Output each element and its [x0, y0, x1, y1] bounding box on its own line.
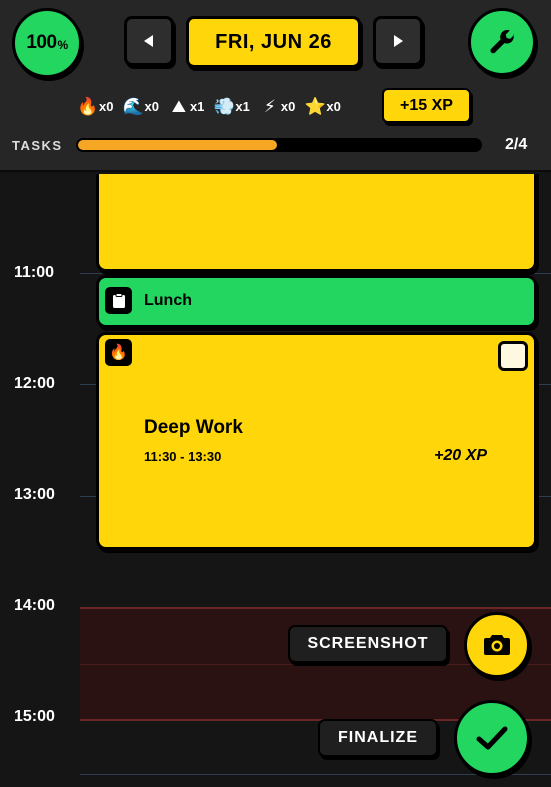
event-card-previous[interactable]	[96, 174, 537, 272]
tasks-label: TASKS	[12, 138, 63, 153]
lightning-icon: ⚡	[263, 96, 276, 116]
chevron-right-icon	[394, 35, 403, 47]
date-display[interactable]: FRI, JUN 26	[186, 16, 361, 68]
event-card-deep-work[interactable]: 🔥 Deep Work 11:30 - 13:30 +20 XP	[96, 332, 537, 550]
tasks-progress-fill	[76, 138, 279, 152]
stat-lightning: ⚡ x0	[260, 96, 295, 116]
complete-checkbox[interactable]	[498, 341, 528, 371]
xp-badge: +15 XP	[382, 88, 471, 123]
completion-value: 100	[26, 32, 57, 53]
stat-star: ⭐ x0	[304, 96, 341, 116]
finalize-label: FINALIZE	[338, 729, 418, 746]
wave-icon: 🌊	[122, 96, 145, 116]
settings-button[interactable]	[468, 8, 536, 76]
next-day-button[interactable]	[373, 16, 423, 66]
star-icon: ⭐	[304, 96, 326, 116]
stat-count: x0	[144, 98, 159, 114]
stat-count: x0	[326, 98, 341, 114]
hour-label-12: 12:00	[14, 375, 55, 392]
tasks-count: 2/4	[505, 136, 528, 153]
wind-icon: 💨	[213, 96, 235, 116]
completion-unit: %	[57, 38, 69, 52]
stat-count: x0	[99, 98, 114, 114]
wrench-icon	[490, 30, 515, 54]
tasks-progress-bar	[76, 138, 482, 152]
event-xp-reward: +20 XP	[434, 447, 487, 464]
event-card-lunch[interactable]: Lunch	[96, 275, 537, 328]
hour-label-11: 11:00	[14, 264, 55, 281]
camera-icon	[484, 635, 510, 655]
stat-count: x0	[280, 98, 296, 114]
chevron-left-icon	[144, 35, 153, 47]
fire-icon: 🔥	[77, 96, 99, 116]
confirm-button[interactable]	[454, 700, 530, 776]
camera-button[interactable]	[464, 612, 530, 678]
stat-wave: 🌊 x0	[122, 96, 159, 116]
stat-count: x1	[189, 98, 205, 114]
screenshot-label: SCREENSHOT	[307, 635, 429, 652]
fire-icon: 🔥	[105, 339, 132, 366]
hour-line	[80, 273, 551, 274]
stat-fire: 🔥 x0	[77, 96, 114, 116]
hour-label-13: 13:00	[14, 486, 55, 503]
top-bar: 100% FRI, JUN 26 🔥 x0 🌊 x0 ⛰ x1 💨 x1 ⚡ x…	[0, 0, 551, 172]
stat-count: x1	[235, 98, 250, 114]
completion-badge[interactable]: 100%	[12, 8, 82, 78]
prev-day-button[interactable]	[124, 16, 174, 66]
streak-stats: 🔥 x0 🌊 x0 ⛰ x1 💨 x1 ⚡ x0 ⭐ x0	[77, 92, 351, 120]
clipboard-icon	[105, 287, 132, 314]
hour-label-14: 14:00	[14, 597, 55, 614]
finalize-button[interactable]: FINALIZE	[318, 719, 438, 757]
mountain-icon: ⛰	[171, 96, 187, 116]
event-time-range: 11:30 - 13:30	[144, 449, 222, 464]
stat-wind: 💨 x1	[213, 96, 250, 116]
hour-label-15: 15:00	[14, 708, 55, 725]
date-label: FRI, JUN 26	[215, 30, 332, 53]
event-title: Lunch	[144, 292, 192, 309]
day-timeline[interactable]: 11:00 12:00 13:00 14:00 15:00 Lunch 🔥 De…	[0, 174, 551, 787]
xp-badge-label: +15 XP	[400, 96, 453, 114]
screenshot-button[interactable]: SCREENSHOT	[288, 625, 448, 663]
event-title: Deep Work	[144, 417, 243, 438]
stat-mountain: ⛰ x1	[169, 96, 205, 116]
checkmark-icon	[476, 726, 508, 750]
